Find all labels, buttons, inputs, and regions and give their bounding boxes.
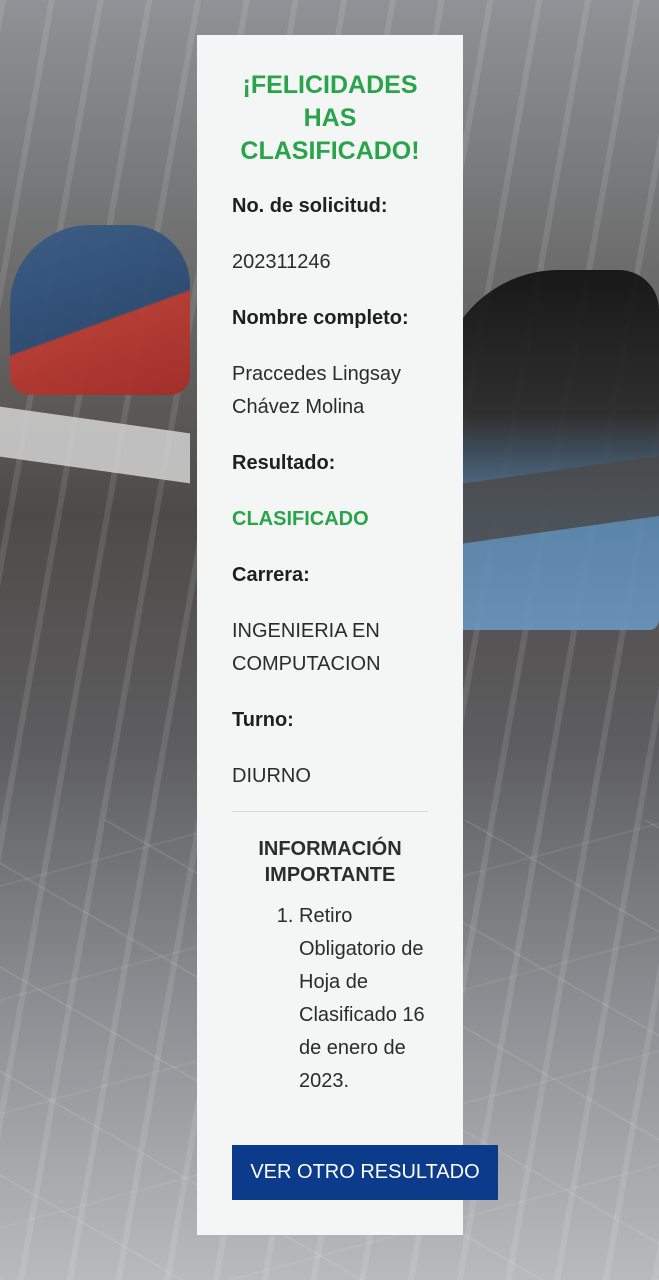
full-name-label: Nombre completo: bbox=[232, 307, 409, 329]
background-student-right bbox=[439, 270, 659, 630]
application-number-value: 202311246 bbox=[232, 251, 331, 273]
career-value: INGENIERIA EN COMPUTACION bbox=[232, 620, 381, 675]
application-number-label: No. de solicitud: bbox=[232, 195, 388, 217]
field-career: Carrera: INGENIERIA EN COMPUTACION bbox=[232, 559, 428, 681]
background-student-left bbox=[10, 225, 190, 395]
result-card: ¡FELICIDADES HAS CLASIFICADO! No. de sol… bbox=[197, 35, 498, 1235]
important-info-list: Retiro Obligatorio de Hoja de Clasificad… bbox=[232, 900, 428, 1098]
important-info-title: INFORMACIÓN IMPORTANTE bbox=[258, 838, 402, 886]
important-info-section: INFORMACIÓN IMPORTANTE Retiro Obligatori… bbox=[232, 836, 428, 1098]
field-result: Resultado: CLASIFICADO bbox=[232, 447, 428, 536]
view-other-result-button[interactable]: VER OTRO RESULTADO bbox=[232, 1145, 498, 1200]
result-label: Resultado: bbox=[232, 452, 336, 474]
shift-label: Turno: bbox=[232, 709, 294, 731]
divider bbox=[232, 811, 428, 812]
result-value: CLASIFICADO bbox=[232, 508, 369, 530]
field-full-name: Nombre completo: Praccedes Lingsay Cháve… bbox=[232, 302, 428, 424]
career-label: Carrera: bbox=[232, 564, 310, 586]
shift-value: DIURNO bbox=[232, 765, 311, 787]
headline: ¡FELICIDADES HAS CLASIFICADO! bbox=[240, 71, 420, 165]
full-name-value: Praccedes Lingsay Chávez Molina bbox=[232, 363, 401, 418]
field-shift: Turno: DIURNO bbox=[232, 704, 428, 793]
field-application-number: No. de solicitud: 202311246 bbox=[232, 190, 428, 279]
important-info-item: Retiro Obligatorio de Hoja de Clasificad… bbox=[299, 900, 428, 1098]
